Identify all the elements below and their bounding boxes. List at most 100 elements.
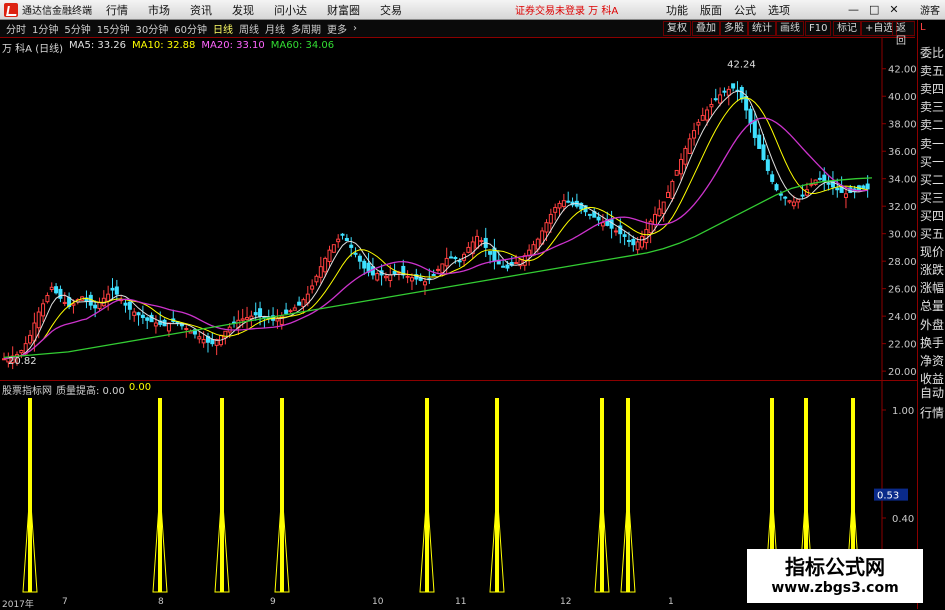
tool-rights[interactable]: 复权 (663, 21, 691, 36)
price-tick-label: 32.00 (888, 202, 917, 213)
period-1min[interactable]: 1分钟 (32, 21, 58, 36)
tool-mark[interactable]: 标记 (833, 21, 861, 36)
side-tab-3[interactable]: 卖三 (920, 98, 945, 116)
menu-item-discover[interactable]: 发现 (232, 2, 254, 18)
side-tab-15[interactable]: 外盘 (920, 316, 945, 334)
chart-title-line: 万 科A (日线) MA5: 33.26 MA10: 32.88 MA20: 3… (0, 40, 335, 55)
menu-options[interactable]: 选项 (768, 2, 790, 18)
side-tab-13[interactable]: 涨幅 (920, 279, 945, 297)
candle-body (566, 200, 571, 203)
side-tab-5[interactable]: 卖一 (920, 135, 945, 153)
candle-body (362, 260, 367, 269)
candle-body (687, 138, 692, 155)
candle-body (488, 251, 493, 255)
side-tab-11[interactable]: 现价 (920, 243, 945, 261)
candle-body (843, 193, 848, 198)
maximize-icon[interactable]: □ (869, 3, 879, 16)
tool-overlay[interactable]: 叠加 (692, 21, 720, 36)
price-tick-label: 28.00 (888, 257, 917, 268)
min-price-label: 20.82 (8, 356, 37, 367)
period-tick[interactable]: 分时 (6, 21, 26, 36)
app-title: 通达信金融终端 (22, 6, 92, 17)
guest-label[interactable]: 游客 (920, 2, 940, 17)
period-day[interactable]: 日线 (213, 21, 233, 36)
period-month[interactable]: 月线 (265, 21, 285, 36)
tool-back[interactable]: 返回 (892, 21, 915, 47)
current-value-label: 0.53 (877, 491, 899, 502)
period-15min[interactable]: 15分钟 (97, 21, 130, 36)
menu-item-market[interactable]: 行情 (106, 2, 128, 18)
candle-body (123, 302, 128, 306)
more-arrow-icon[interactable]: › (353, 23, 357, 34)
menu-layout[interactable]: 版面 (700, 2, 722, 18)
side-tab-2[interactable]: 卖四 (920, 80, 945, 98)
candle-body (791, 201, 796, 207)
candle-body (136, 312, 141, 316)
candle-body (106, 293, 111, 302)
candle-body (388, 274, 393, 282)
price-tick-label: 36.00 (888, 147, 917, 158)
candle-body (440, 263, 445, 274)
side-tab-10[interactable]: 买五 (920, 225, 945, 243)
price-tick-label: 22.00 (888, 340, 917, 351)
ma60-label: MA60: 34.06 (270, 40, 335, 51)
menu-item-exchange[interactable]: 市场 (148, 2, 170, 18)
side-tab-17[interactable]: 净资 (920, 352, 945, 370)
candle-body (301, 299, 306, 308)
tool-draw[interactable]: 画线 (776, 21, 804, 36)
tool-stats[interactable]: 统计 (748, 21, 776, 36)
ma10-label: MA10: 32.88 (132, 40, 196, 51)
candle-body (349, 244, 354, 248)
date-label: 11 (455, 597, 467, 607)
minimize-icon[interactable]: — (848, 3, 859, 16)
app-logo-icon (4, 2, 18, 17)
menu-item-wealth[interactable]: 财富圈 (327, 2, 360, 18)
candle-body (761, 144, 766, 160)
right-menu: 功能 版面 公式 选项 (666, 2, 802, 18)
side-tab-19[interactable]: 自动 (920, 384, 945, 402)
candle-body (787, 200, 792, 203)
max-price-label: 42.24 (727, 59, 756, 70)
candle-body (722, 90, 727, 93)
candle-body (28, 334, 33, 344)
candle-body (726, 88, 731, 96)
period-week[interactable]: 周线 (239, 21, 259, 36)
side-tab-1[interactable]: 卖五 (920, 62, 945, 80)
menu-function[interactable]: 功能 (666, 2, 688, 18)
side-tab-7[interactable]: 买二 (920, 171, 945, 189)
period-60min[interactable]: 60分钟 (174, 21, 207, 36)
menu-item-news[interactable]: 资讯 (190, 2, 212, 18)
menu-formula[interactable]: 公式 (734, 2, 756, 18)
side-tab-8[interactable]: 买三 (920, 189, 945, 207)
side-tabs: L 委比 卖五 卖四 卖三 卖二 卖一 买一 买二 买三 买四 买五 现价 涨跌 涨幅 总量 外盘 换手 净资 收益… (917, 20, 945, 609)
tool-f10[interactable]: F10 (805, 21, 832, 36)
ma5-label: MA5: 33.26 (69, 40, 127, 51)
candle-body (557, 202, 562, 209)
side-tab-16[interactable]: 换手 (920, 334, 945, 352)
side-tab-12[interactable]: 涨跌 (920, 261, 945, 279)
trade-login-notice[interactable]: 证券交易未登录 万 科A (515, 2, 618, 17)
side-tab-4[interactable]: 卖二 (920, 116, 945, 134)
date-label: 8 (158, 597, 164, 607)
candle-body (409, 277, 414, 282)
period-more[interactable]: 更多 (327, 21, 347, 36)
period-30min[interactable]: 30分钟 (135, 21, 168, 36)
close-icon[interactable]: ✕ (889, 3, 898, 16)
side-tab-14[interactable]: 总量 (920, 297, 945, 315)
date-label: 12 (560, 597, 572, 607)
candle-body (405, 275, 410, 278)
side-tab-20[interactable]: 行情 (920, 404, 945, 422)
menu-item-ask[interactable]: 问小达 (274, 2, 307, 18)
side-tab-9[interactable]: 买四 (920, 207, 945, 225)
candlestick-chart[interactable]: 42.00 40.00 38.00 36.00 34.00 32.00 30.00 28.00… (0, 38, 917, 380)
window-controls: — □ ✕ (848, 3, 899, 16)
period-multi[interactable]: 多周期 (291, 21, 321, 36)
tool-multi-stock[interactable]: 多股 (720, 21, 748, 36)
candle-body (657, 208, 662, 217)
side-tab-0[interactable]: 委比 (920, 44, 945, 62)
period-5min[interactable]: 5分钟 (64, 21, 90, 36)
candle-body (184, 328, 189, 331)
menu-item-trade[interactable]: 交易 (380, 2, 402, 18)
candle-body (826, 182, 831, 185)
side-tab-6[interactable]: 买一 (920, 153, 945, 171)
